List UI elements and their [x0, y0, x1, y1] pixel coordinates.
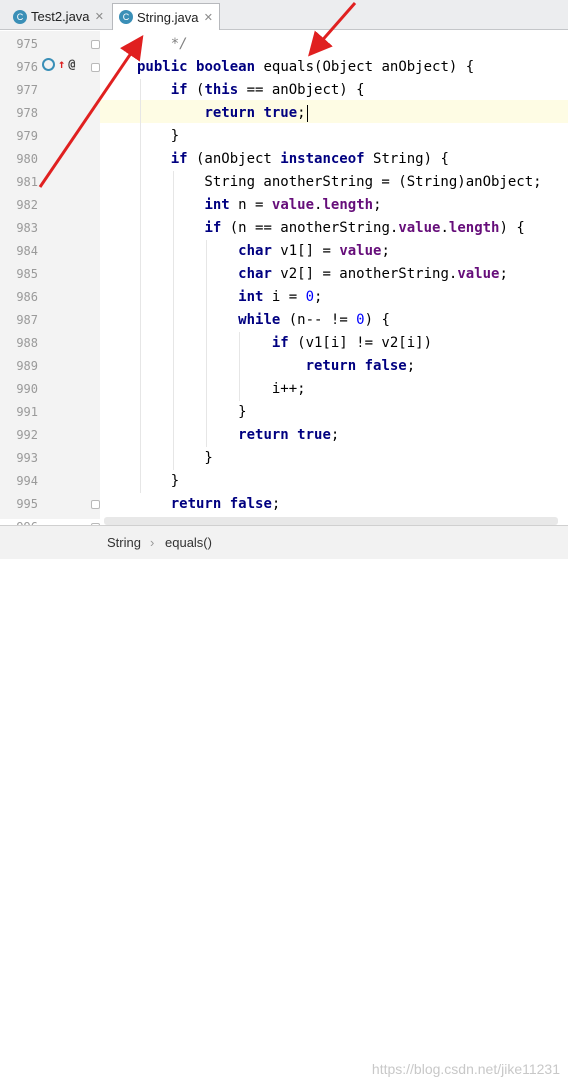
tab-test2-java[interactable]: C Test2.java ✕	[7, 3, 110, 30]
line-number: 991	[16, 405, 38, 419]
code-line[interactable]: char v1[] = value;	[137, 240, 390, 263]
horizontal-scrollbar[interactable]	[104, 517, 558, 525]
indent-guide	[239, 332, 240, 401]
line-number: 985	[16, 267, 38, 281]
code-line[interactable]: String anotherString = (String)anObject;	[137, 171, 541, 194]
code-line[interactable]: return false;	[137, 355, 416, 378]
code-line[interactable]: }	[137, 125, 179, 148]
watermark: https://blog.csdn.net/jike11231	[371, 1061, 560, 1077]
breadcrumb: String › equals() https://blog.csdn.net/…	[0, 525, 568, 1077]
line-number: 989	[16, 359, 38, 373]
code-line[interactable]: }	[137, 401, 246, 424]
line-number: 990	[16, 382, 38, 396]
fold-marker-icon[interactable]	[91, 40, 100, 49]
line-number: 988	[16, 336, 38, 350]
breadcrumb-class[interactable]: String	[107, 535, 141, 550]
code-line[interactable]: */	[137, 33, 188, 56]
implements-up-arrow-icon[interactable]: ↑	[58, 57, 65, 71]
line-number: 992	[16, 428, 38, 442]
code-line[interactable]: }	[137, 447, 212, 470]
code-line[interactable]: public boolean equals(Object anObject) {	[137, 56, 474, 79]
java-class-icon: C	[119, 10, 133, 24]
indent-guide	[206, 240, 207, 447]
line-number: 984	[16, 244, 38, 258]
code-line[interactable]: if (anObject instanceof String) {	[137, 148, 449, 171]
line-number: 982	[16, 198, 38, 212]
code-line[interactable]: int i = 0;	[137, 286, 322, 309]
tab-string-java[interactable]: C String.java ✕	[112, 3, 220, 30]
code-line[interactable]: return false;	[137, 493, 281, 516]
line-number: 995	[16, 497, 38, 511]
fold-marker-icon[interactable]	[91, 500, 100, 509]
tab-label: Test2.java	[31, 9, 90, 24]
line-number: 978	[16, 106, 38, 120]
close-icon[interactable]: ✕	[204, 11, 213, 24]
annotation-at-icon[interactable]: @	[68, 57, 75, 71]
code-line[interactable]: }	[137, 470, 179, 493]
editor-gutter: 975 976 977 978 979 980 981 982 983 984 985 986 987 9…	[0, 31, 100, 534]
line-number: 976	[16, 60, 38, 74]
code-line[interactable]: if (this == anObject) {	[137, 79, 365, 102]
line-976-markers: ↑ @	[42, 57, 75, 71]
line-number: 987	[16, 313, 38, 327]
code-line[interactable]: if (v1[i] != v2[i])	[137, 332, 432, 355]
override-method-icon[interactable]	[42, 57, 55, 71]
fold-marker-icon[interactable]	[91, 63, 100, 72]
code-line[interactable]: while (n-- != 0) {	[137, 309, 390, 332]
chevron-right-icon: ›	[150, 535, 155, 550]
line-number: 986	[16, 290, 38, 304]
line-number: 981	[16, 175, 38, 189]
code-line[interactable]: i++;	[137, 378, 306, 401]
line-number: 980	[16, 152, 38, 166]
code-editor[interactable]: */public boolean equals(Object anObject)…	[100, 31, 568, 519]
line-number: 994	[16, 474, 38, 488]
code-line[interactable]: return true;	[137, 424, 339, 447]
line-number: 977	[16, 83, 38, 97]
editor-tab-bar: C Test2.java ✕ C String.java ✕	[0, 0, 568, 30]
line-number: 993	[16, 451, 38, 465]
tab-label: String.java	[137, 9, 199, 25]
code-line[interactable]: if (n == anotherString.value.length) {	[137, 217, 524, 240]
breadcrumb-method[interactable]: equals()	[165, 535, 212, 550]
code-line[interactable]: return true;	[137, 102, 305, 125]
line-number: 975	[16, 37, 38, 51]
code-line[interactable]: char v2[] = anotherString.value;	[137, 263, 508, 286]
indent-guide	[173, 171, 174, 470]
java-class-icon: C	[13, 9, 27, 24]
indent-guide	[140, 79, 141, 493]
text-caret	[307, 105, 308, 122]
close-icon[interactable]: ✕	[95, 10, 104, 23]
line-number: 983	[16, 221, 38, 235]
line-number: 979	[16, 129, 38, 143]
